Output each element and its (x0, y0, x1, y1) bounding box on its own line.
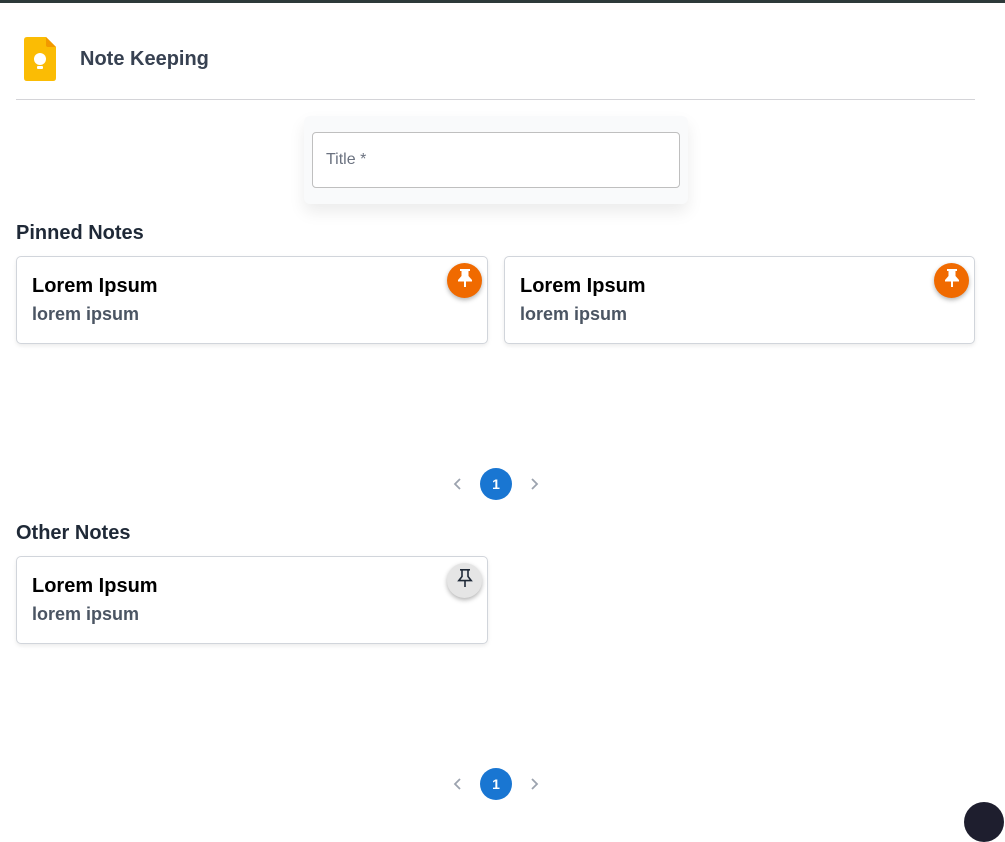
page-number-button[interactable]: 1 (480, 468, 512, 500)
pin-button[interactable] (447, 563, 482, 598)
note-card[interactable]: Lorem Ipsum lorem ipsum (16, 256, 488, 344)
floating-action-button[interactable] (964, 802, 1004, 842)
pushpin-filled-icon (943, 268, 961, 293)
note-body: lorem ipsum (32, 604, 140, 624)
note-title-input[interactable] (312, 132, 680, 188)
note-title: Lorem Ipsum (32, 275, 158, 297)
app-title: Note Keeping (80, 48, 209, 70)
unpin-button[interactable] (934, 263, 969, 298)
note-body: lorem ipsum (32, 304, 140, 324)
note-title: Lorem Ipsum (32, 575, 158, 597)
keep-lightbulb-logo-icon (24, 37, 56, 81)
pinned-notes-heading: Pinned Notes (16, 222, 144, 244)
pushpin-filled-icon (456, 268, 474, 293)
top-bar (0, 0, 1005, 3)
chevron-left-icon (453, 478, 461, 490)
unpin-button[interactable] (447, 263, 482, 298)
pushpin-outline-icon (456, 568, 474, 593)
chevron-right-icon (531, 778, 539, 790)
chevron-right-icon (531, 478, 539, 490)
page-number-button[interactable]: 1 (480, 768, 512, 800)
previous-page-button[interactable] (448, 474, 468, 494)
note-card[interactable]: Lorem Ipsum lorem ipsum (504, 256, 975, 344)
pinned-notes-pagination: 1 (444, 468, 548, 500)
next-page-button[interactable] (524, 474, 544, 494)
create-note-form (304, 116, 688, 204)
other-notes-pagination: 1 (444, 768, 548, 800)
note-card[interactable]: Lorem Ipsum lorem ipsum (16, 556, 488, 644)
note-title: Lorem Ipsum (520, 275, 646, 297)
app-header: Note Keeping (16, 20, 975, 100)
other-notes-heading: Other Notes (16, 522, 131, 544)
next-page-button[interactable] (524, 774, 544, 794)
note-body: lorem ipsum (520, 304, 628, 324)
chevron-left-icon (453, 778, 461, 790)
previous-page-button[interactable] (448, 774, 468, 794)
